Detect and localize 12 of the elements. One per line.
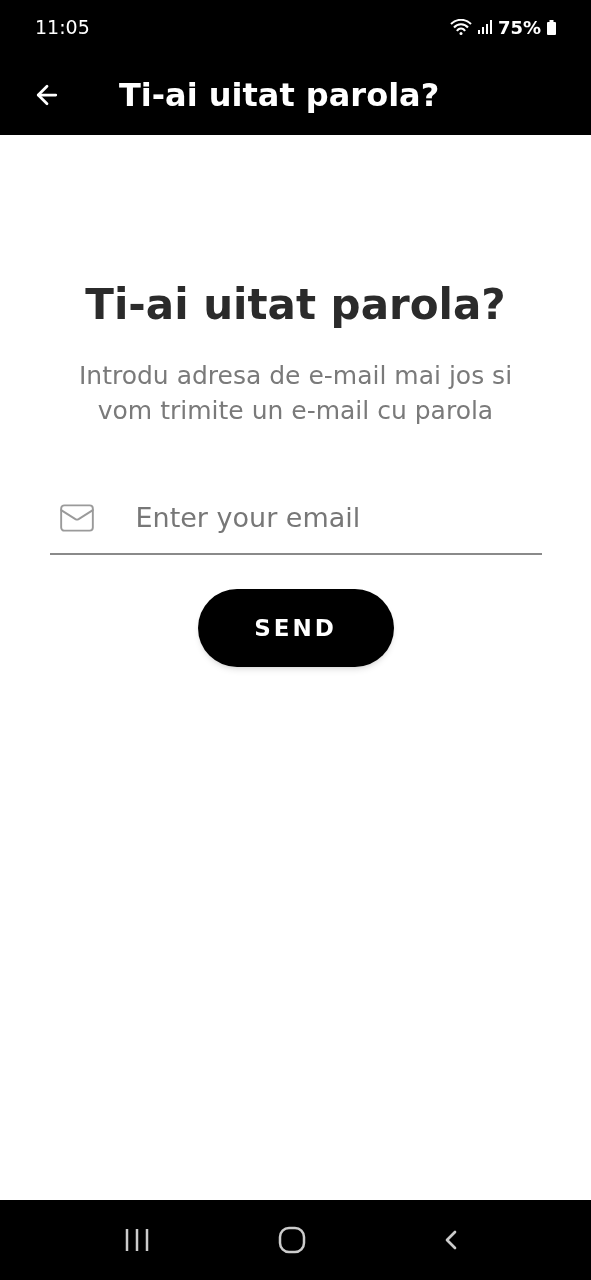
signal-icon — [477, 20, 492, 34]
email-field[interactable]: Enter your email — [135, 497, 542, 539]
battery-percent: 75% — [497, 15, 541, 40]
send-button[interactable]: SEND — [197, 589, 394, 667]
battery-icon — [547, 19, 556, 35]
description-text: Introdu adresa de e-mail mai jos si vom trimite un e-mail cu parola — [77, 360, 514, 427]
app-bar-title: Ti-ai uitat parola? — [119, 74, 440, 116]
page-heading: Ti-ai uitat parola? — [85, 279, 506, 331]
status-time: 11:05 — [35, 14, 90, 40]
home-icon[interactable] — [278, 1226, 307, 1254]
wifi-icon — [449, 19, 472, 35]
recent-apps-icon[interactable] — [124, 1228, 151, 1252]
